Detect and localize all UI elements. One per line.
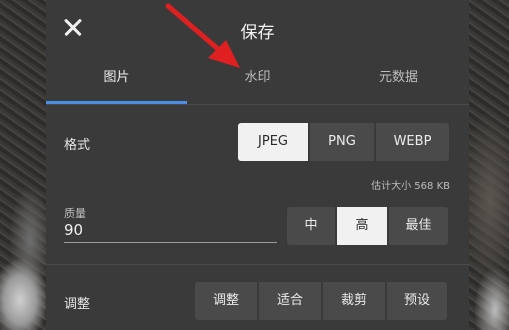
quality-segmented-control: 中 高 最佳 xyxy=(287,207,448,245)
save-dialog: 保存 图片 水印 元数据 格式 JPEG PNG WEBP 估计大小 568 K… xyxy=(46,0,469,330)
adjust-label: 调整 xyxy=(64,297,91,312)
quality-high-button[interactable]: 高 xyxy=(337,207,387,245)
tab-divider xyxy=(46,104,469,105)
adjust-segmented-control: 调整 适合 裁剪 预设 xyxy=(195,282,447,320)
format-jpeg-button[interactable]: JPEG xyxy=(238,123,308,161)
format-label: 格式 xyxy=(64,138,91,153)
quality-input[interactable]: 90 xyxy=(64,219,277,243)
quality-best-button[interactable]: 最佳 xyxy=(389,207,448,245)
quality-medium-button[interactable]: 中 xyxy=(287,207,335,245)
tab-metadata[interactable]: 元数据 xyxy=(328,58,469,104)
format-segmented-control: JPEG PNG WEBP xyxy=(238,123,449,161)
format-png-button[interactable]: PNG xyxy=(310,123,374,161)
tab-bar: 图片 水印 元数据 xyxy=(46,58,469,104)
tab-image[interactable]: 图片 xyxy=(46,58,187,104)
format-webp-button[interactable]: WEBP xyxy=(376,123,449,161)
dialog-header: 保存 xyxy=(46,0,469,58)
tab-watermark[interactable]: 水印 xyxy=(187,58,328,104)
dialog-title: 保存 xyxy=(240,23,275,43)
adjust-preset-button[interactable]: 预设 xyxy=(387,282,447,320)
adjust-fit-button[interactable]: 适合 xyxy=(259,282,321,320)
size-estimate: 估计大小 568 KB xyxy=(371,181,450,192)
adjust-adjust-button[interactable]: 调整 xyxy=(195,282,257,320)
adjust-crop-button[interactable]: 裁剪 xyxy=(323,282,385,320)
section-divider xyxy=(46,264,469,265)
